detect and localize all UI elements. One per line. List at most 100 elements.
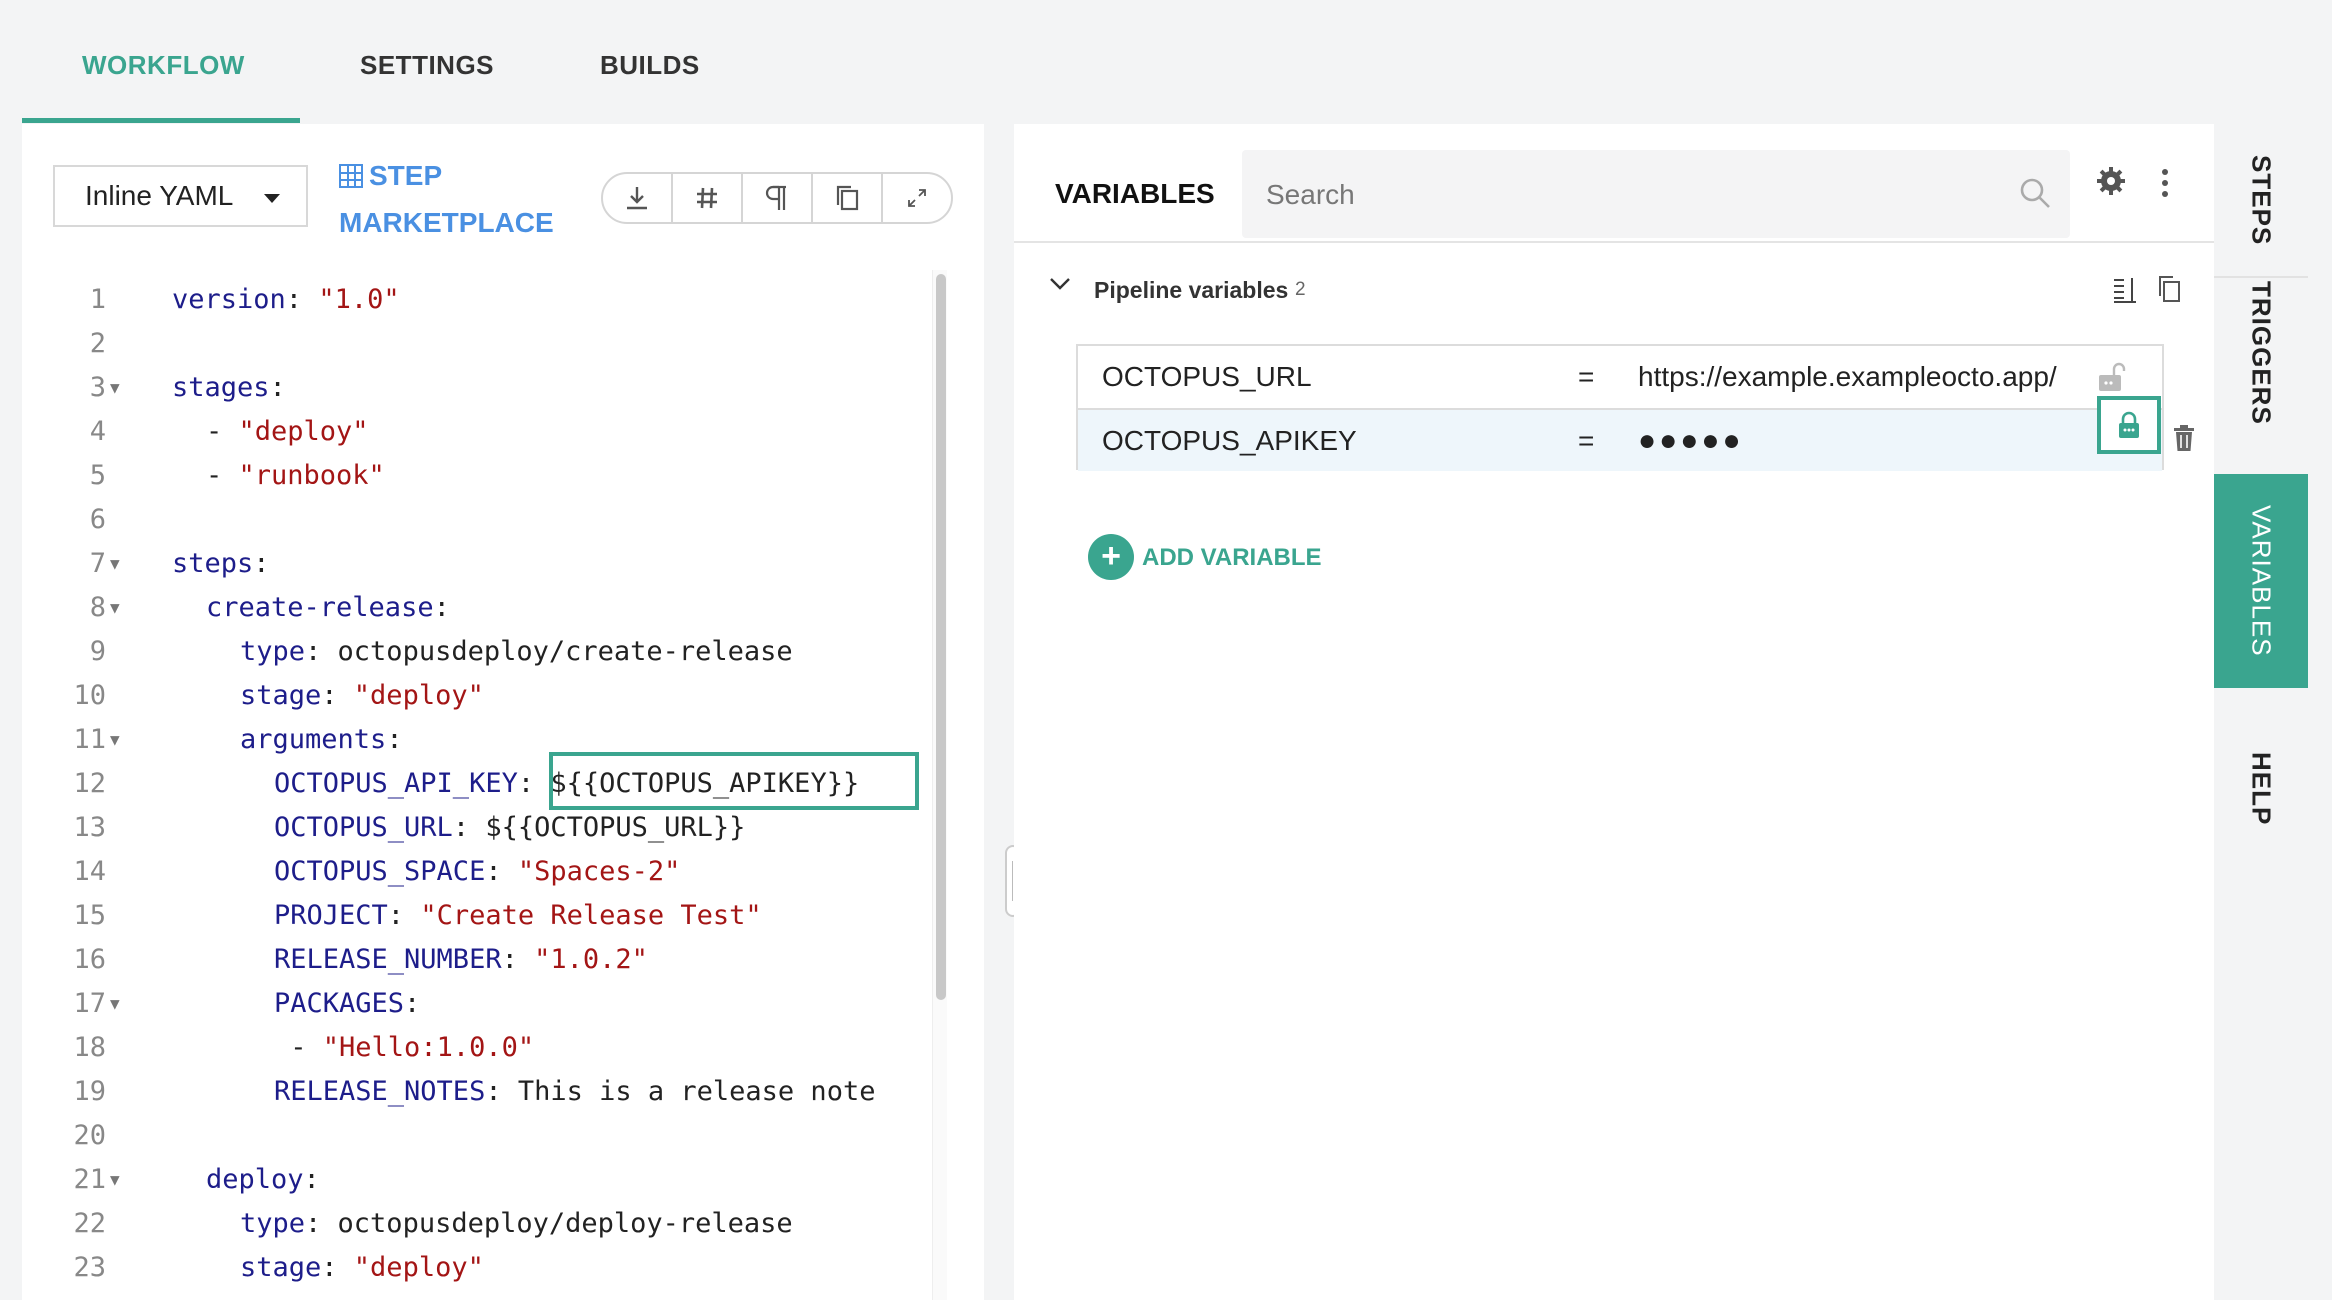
- code-line[interactable]: 21 ▼ deploy:: [22, 1158, 942, 1202]
- variable-value[interactable]: https://example.exampleocto.app/: [1638, 346, 2057, 407]
- variables-table: OCTOPUS_URL = https://example.exampleoct…: [1076, 344, 2164, 471]
- code-line[interactable]: 22 type: octopusdeploy/deploy-release: [22, 1202, 942, 1246]
- code-line[interactable]: 10 stage: "deploy": [22, 674, 942, 718]
- line-number: 20: [73, 1120, 106, 1151]
- yaml-text: : This is a release note: [485, 1076, 876, 1107]
- code-line[interactable]: 19 RELEASE_NOTES: This is a release note: [22, 1070, 942, 1114]
- chevron-down-icon[interactable]: [1048, 276, 1072, 292]
- download-button[interactable]: [603, 174, 673, 222]
- yaml-text: :: [386, 724, 403, 755]
- line-number: 4: [89, 416, 106, 447]
- yaml-text: : octopusdeploy/create-release: [305, 636, 793, 667]
- code-line[interactable]: 2: [22, 322, 942, 366]
- line-number: 13: [73, 812, 106, 843]
- yaml-string: "deploy": [238, 416, 369, 447]
- fold-toggle-icon[interactable]: ▼: [110, 1158, 120, 1202]
- copy-button[interactable]: [813, 174, 883, 222]
- yaml-string: "1.0": [318, 284, 400, 315]
- yaml-text: : ${{OCTOPUS_URL}}: [452, 812, 746, 843]
- code-line[interactable]: 16 RELEASE_NUMBER: "1.0.2": [22, 938, 942, 982]
- hash-icon: [697, 187, 717, 209]
- fold-toggle-icon[interactable]: ▼: [110, 982, 120, 1026]
- code-line[interactable]: 23 stage: "deploy": [22, 1246, 942, 1290]
- yaml-text: :: [387, 900, 421, 931]
- code-text: OCTOPUS_URL: ${{OCTOPUS_URL}}: [274, 806, 745, 850]
- side-tab-help[interactable]: HELP: [2214, 714, 2308, 864]
- code-line[interactable]: 9 type: octopusdeploy/create-release: [22, 630, 942, 674]
- trash-icon[interactable]: [2172, 424, 2196, 452]
- lock-open-icon[interactable]: [2096, 360, 2126, 394]
- fold-toggle-icon[interactable]: ▼: [110, 366, 120, 410]
- gear-icon[interactable]: [2096, 166, 2126, 196]
- pipeline-variables-label[interactable]: Pipeline variables: [1094, 270, 1288, 310]
- yaml-text: :: [269, 372, 286, 403]
- variable-equals: =: [1578, 425, 1595, 456]
- variable-name[interactable]: OCTOPUS_URL: [1102, 346, 1312, 407]
- expand-button[interactable]: [883, 174, 951, 222]
- side-tab-triggers[interactable]: TRIGGERS: [2214, 278, 2308, 428]
- copy-icon[interactable]: [2156, 274, 2182, 304]
- side-tab-label: VARIABLES: [2246, 505, 2277, 657]
- plus-icon: +: [1088, 534, 1134, 580]
- yaml-string: "Hello:1.0.0": [322, 1032, 535, 1063]
- line-number: 6: [89, 504, 106, 535]
- code-line[interactable]: 20: [22, 1114, 942, 1158]
- yaml-text: -: [206, 416, 239, 447]
- list-view-icon[interactable]: [2112, 276, 2138, 304]
- code-line[interactable]: 3 ▼ stages:: [22, 366, 942, 410]
- code-line[interactable]: 6: [22, 498, 942, 542]
- variables-search: [1242, 150, 2070, 240]
- code-text: arguments:: [240, 718, 403, 762]
- editor-scrollbar-thumb[interactable]: [936, 274, 946, 1000]
- fold-toggle-icon[interactable]: ▼: [110, 586, 120, 630]
- yaml-key: OCTOPUS_API_KEY: [274, 768, 518, 799]
- format-select[interactable]: Inline YAML: [53, 165, 308, 227]
- fold-toggle-icon[interactable]: ▼: [110, 542, 120, 586]
- yaml-key: PACKAGES: [274, 988, 405, 1019]
- step-marketplace-link[interactable]: STEP MARKETPLACE: [339, 154, 579, 245]
- side-tab-steps[interactable]: STEPS: [2214, 124, 2308, 276]
- editor-toolbar: [601, 172, 953, 224]
- more-options-icon[interactable]: [2157, 168, 2173, 198]
- tab-builds[interactable]: BUILDS: [600, 50, 700, 81]
- variable-row[interactable]: OCTOPUS_APIKEY = ●●●●●: [1078, 408, 2162, 471]
- yaml-key: stage: [240, 1252, 322, 1283]
- line-number: 21: [73, 1164, 106, 1195]
- code-line[interactable]: 7 ▼ steps:: [22, 542, 942, 586]
- format-select-value: Inline YAML: [85, 180, 234, 211]
- code-line[interactable]: 15 PROJECT: "Create Release Test": [22, 894, 942, 938]
- tab-settings[interactable]: SETTINGS: [360, 50, 494, 81]
- code-text: RELEASE_NUMBER: "1.0.2": [274, 938, 648, 982]
- variable-value-masked[interactable]: ●●●●●: [1638, 410, 1744, 471]
- apikey-reference-highlight: [549, 752, 919, 810]
- code-line[interactable]: 18 - "Hello:1.0.0": [22, 1026, 942, 1070]
- code-line[interactable]: 5 - "runbook": [22, 454, 942, 498]
- line-number: 8: [89, 592, 106, 623]
- variable-row[interactable]: OCTOPUS_URL = https://example.exampleoct…: [1078, 346, 2162, 407]
- line-numbers-button[interactable]: [673, 174, 743, 222]
- pipeline-variables-count: 2: [1295, 279, 1306, 300]
- download-icon: [627, 187, 647, 210]
- yaml-string: "deploy": [353, 1252, 484, 1283]
- code-line[interactable]: 17 ▼ PACKAGES:: [22, 982, 942, 1026]
- variable-name[interactable]: OCTOPUS_APIKEY: [1102, 410, 1357, 471]
- fold-toggle-icon[interactable]: ▼: [110, 718, 120, 762]
- code-line[interactable]: 8 ▼ create-release:: [22, 586, 942, 630]
- code-line[interactable]: 4 - "deploy": [22, 410, 942, 454]
- yaml-key: RELEASE_NOTES: [274, 1076, 486, 1107]
- variables-title: VARIABLES: [1055, 178, 1215, 209]
- tab-workflow[interactable]: WORKFLOW: [82, 50, 245, 81]
- code-text: stages:: [172, 366, 286, 410]
- encrypt-toggle-button[interactable]: [2097, 396, 2161, 454]
- yaml-text: :: [285, 284, 319, 315]
- whitespace-button[interactable]: [743, 174, 813, 222]
- search-input[interactable]: [1242, 150, 2028, 240]
- code-line[interactable]: 1 version: "1.0": [22, 278, 942, 322]
- side-tab-variables[interactable]: VARIABLES: [2214, 474, 2308, 688]
- yaml-string: "Create Release Test": [420, 900, 762, 931]
- code-line[interactable]: 13 OCTOPUS_URL: ${{OCTOPUS_URL}}: [22, 806, 942, 850]
- code-line[interactable]: 14 OCTOPUS_SPACE: "Spaces-2": [22, 850, 942, 894]
- variables-panel: VARIABLES Pipeline variables 2 OCTOPUS_U…: [1014, 124, 2214, 1300]
- yaml-editor-panel: Inline YAML STEP MARKETPLACE 1 version: "…: [22, 124, 984, 1300]
- yaml-key: stages: [172, 372, 270, 403]
